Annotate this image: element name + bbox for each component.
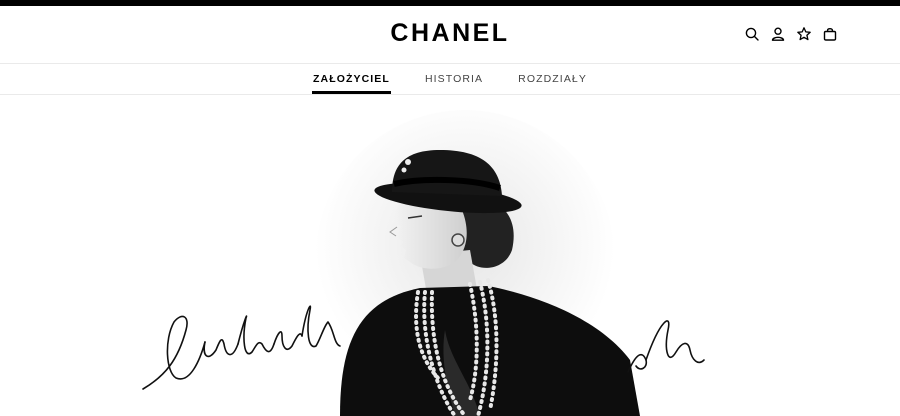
tab-zalozyciel[interactable]: ZAŁOŻYCIEL xyxy=(312,64,391,94)
portrait-hat-pearl xyxy=(401,167,407,173)
header-icon-group xyxy=(744,26,838,42)
account-icon[interactable] xyxy=(770,26,786,42)
search-icon[interactable] xyxy=(744,26,760,42)
site-header: CHANEL xyxy=(0,6,900,63)
hero-section xyxy=(0,96,900,416)
founder-portrait-image xyxy=(142,110,705,416)
portrait-hat-pearl xyxy=(405,159,411,165)
shopping-bag-icon[interactable] xyxy=(822,26,838,42)
tab-historia[interactable]: HISTORIA xyxy=(424,64,484,94)
wishlist-star-icon[interactable] xyxy=(796,26,812,42)
tab-rozdzialy[interactable]: ROZDZIAŁY xyxy=(517,64,588,94)
section-subnav: ZAŁOŻYCIEL HISTORIA ROZDZIAŁY xyxy=(0,63,900,95)
tab-list: ZAŁOŻYCIEL HISTORIA ROZDZIAŁY xyxy=(0,64,900,94)
portrait-earring xyxy=(451,233,465,247)
